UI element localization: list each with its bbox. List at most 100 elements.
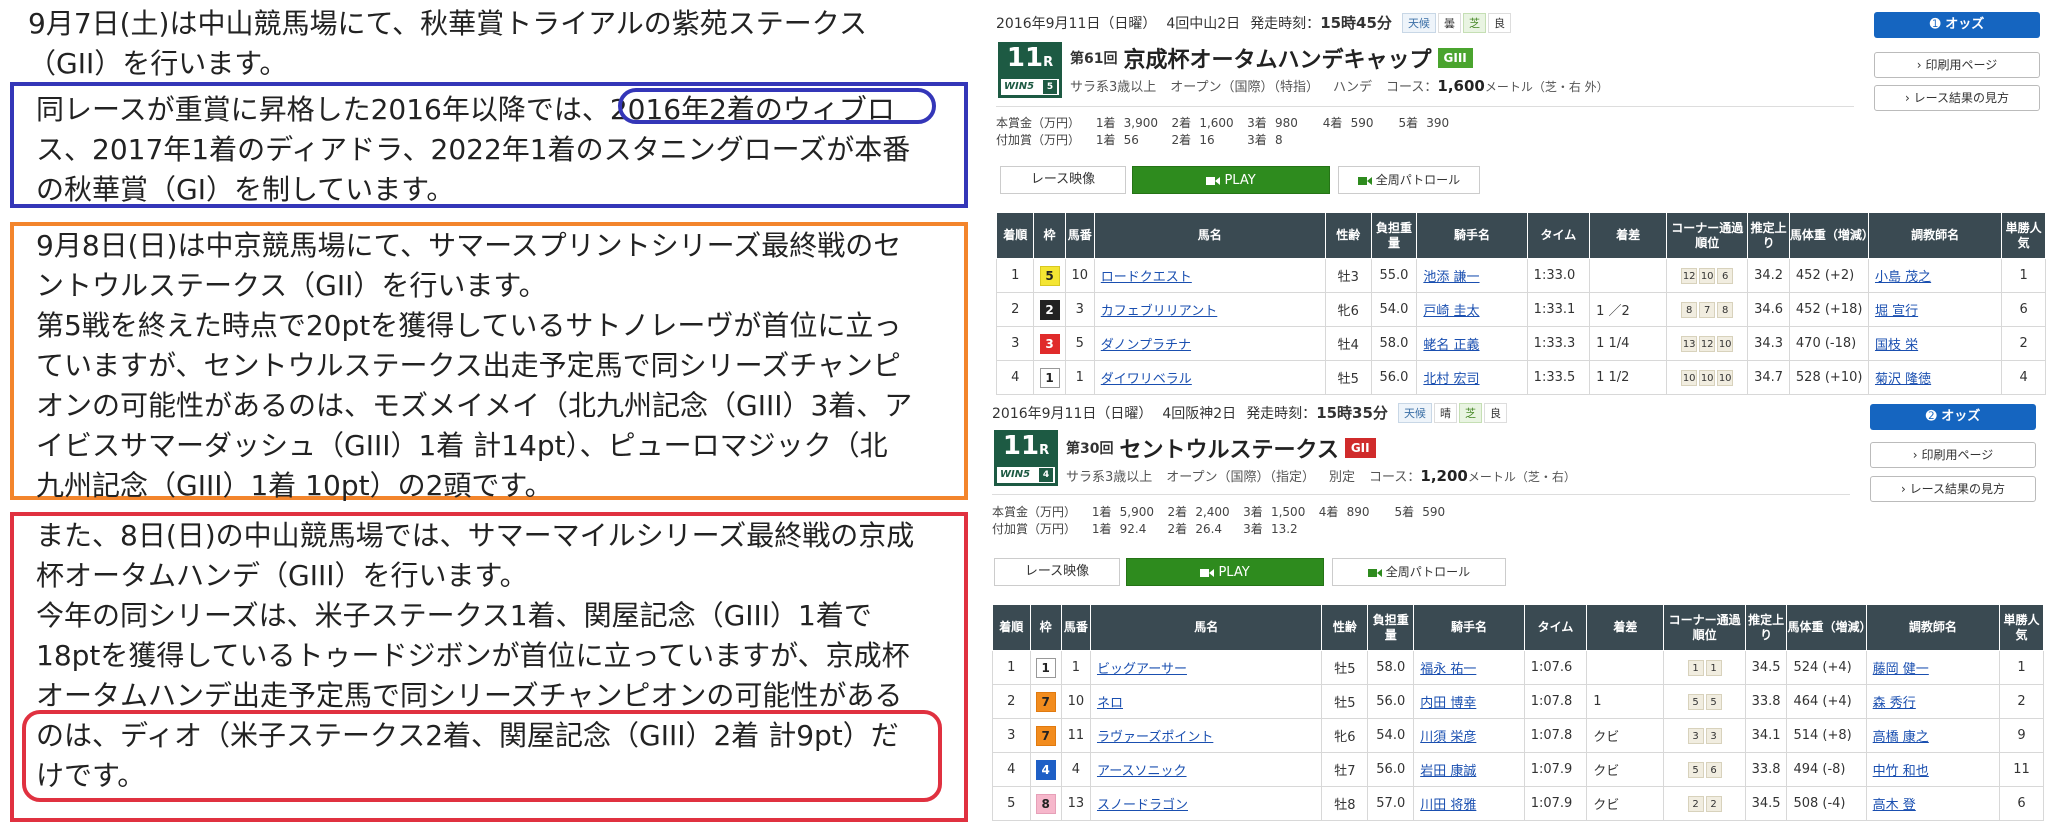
sex-age: 牡4	[1324, 326, 1372, 361]
corner-positions: 12 10 6	[1666, 258, 1749, 293]
horse-number: 10	[1060, 684, 1091, 719]
prize-money: 本賞金（万円） 1着 3,900 2着 1,600 3着 980 4着 590 …	[996, 115, 1470, 149]
jockey-link[interactable]: 岩田 康誠	[1420, 764, 1476, 779]
print-page-button[interactable]: › 印刷用ページ	[1874, 52, 2040, 78]
column-header: 調教師名	[1867, 212, 2003, 259]
column-header: 馬体重（増減）	[1786, 604, 1871, 651]
margin: 1 1/4	[1589, 326, 1668, 361]
last-3f: 34.3	[1747, 326, 1790, 361]
patrol-label: 全周パトロール	[1375, 173, 1461, 187]
chevron-right-icon: ➋	[1925, 409, 1937, 424]
race-video-button[interactable]: レース映像	[994, 558, 1120, 586]
jockey-link[interactable]: 戸崎 圭太	[1423, 304, 1479, 319]
race-video-button[interactable]: レース映像	[1000, 166, 1126, 194]
horse-name-link[interactable]: ラヴァーズポイント	[1097, 730, 1213, 745]
prize-added-row: 付加賞（万円） 1着 56 2着 16 3着 8	[996, 132, 1470, 149]
chevron-right-icon: ›	[1900, 482, 1906, 496]
trainer-link[interactable]: 高木 登	[1873, 798, 1916, 813]
intro-paragraph: 9月7日(土)は中山競馬場にて、秋華賞トライアルの紫苑ステークス （GII）を行…	[28, 4, 978, 84]
horse-name-link[interactable]: ダイワリベラル	[1101, 372, 1192, 387]
trainer-link[interactable]: 藤岡 健一	[1873, 662, 1929, 677]
added-place: 3着	[1247, 133, 1267, 147]
prize-amount: 5,900	[1119, 505, 1155, 519]
horse-name-link[interactable]: ネロ	[1097, 696, 1123, 711]
jockey-cell: 戸崎 圭太	[1416, 292, 1528, 327]
odds-button[interactable]: ➋ オッズ	[1870, 404, 2036, 430]
finish-time: 1:07.6	[1523, 650, 1588, 685]
added-amount: 13.2	[1270, 522, 1298, 536]
trainer-cell: 国枝 栄	[1867, 326, 2003, 361]
jockey-link[interactable]: 内田 博幸	[1420, 696, 1476, 711]
patrol-video-button[interactable]: 全周パトロール	[1338, 166, 1480, 194]
column-header: 騎手名	[1413, 604, 1525, 651]
prize-place: 4着	[1322, 116, 1343, 130]
corner-position: 12	[1681, 267, 1698, 284]
carried-weight: 55.0	[1370, 258, 1418, 293]
jockey-link[interactable]: 池添 謙一	[1423, 270, 1479, 285]
result-guide-button[interactable]: › レース結果の見方	[1874, 85, 2040, 111]
trainer-cell: 堀 宣行	[1867, 292, 2003, 327]
table-row: 5 8 13 スノードラゴン 牡8 57.0 川田 将雅 1:07.9 クビ 2 2 34.5 508 …	[992, 786, 2044, 821]
corner-position: 8	[1717, 301, 1734, 318]
track-value: 良	[1483, 402, 1507, 423]
red-line: 今年の同シリーズは、米子ステークス1着、関屋記念（GIII）1着で	[36, 599, 872, 632]
horse-name-link[interactable]: スノードラゴン	[1097, 798, 1188, 813]
last-3f: 34.7	[1747, 360, 1790, 395]
course-label: コース：	[1369, 470, 1421, 485]
red-oval-highlight	[22, 710, 942, 802]
jockey-link[interactable]: 福永 祐一	[1420, 662, 1476, 677]
course-distance: 1,600	[1437, 77, 1485, 95]
weather-label: 天候	[1397, 402, 1432, 423]
trainer-link[interactable]: 中竹 和也	[1873, 764, 1929, 779]
trainer-link[interactable]: 小島 茂之	[1875, 270, 1931, 285]
print-page-button[interactable]: › 印刷用ページ	[1870, 442, 2036, 468]
column-header: 負担重量	[1367, 604, 1415, 651]
trainer-link[interactable]: 森 秀行	[1873, 696, 1916, 711]
table-header-row: 着順枠馬番 馬名 性齢 負担重量 騎手名 タイム 着差 コーナー通過順位 推定上り 馬体重（増減）…	[992, 604, 2044, 651]
jockey-link[interactable]: 北村 宏司	[1423, 372, 1479, 387]
jockey-link[interactable]: 川田 将雅	[1420, 798, 1476, 813]
horse-name-link[interactable]: アースソニック	[1097, 764, 1187, 779]
sex-age: 牡5	[1324, 360, 1372, 395]
prize-money: 本賞金（万円） 1着 5,900 2着 2,400 3着 1,500 4着 89…	[992, 504, 1466, 538]
body-weight: 524 (+4)	[1786, 650, 1867, 685]
finish-position: 4	[992, 752, 1031, 787]
column-header: コーナー通過順位	[1663, 604, 1746, 651]
trainer-link[interactable]: 国枝 栄	[1875, 338, 1918, 353]
carried-weight: 56.0	[1367, 752, 1415, 787]
jockey-link[interactable]: 川須 栄彦	[1420, 730, 1476, 745]
course-unit: メートル（芝・右）	[1467, 470, 1576, 484]
patrol-video-button[interactable]: 全周パトロール	[1332, 558, 1506, 586]
corner-positions: 22	[1663, 786, 1746, 821]
race-edition: 第61回	[1070, 51, 1118, 67]
corner-positions: 10 10 10	[1666, 360, 1749, 395]
horse-name-link[interactable]: ロードクエスト	[1101, 270, 1192, 285]
bracket-cell: 1	[1029, 650, 1062, 685]
result-guide-button[interactable]: › レース結果の見方	[1870, 476, 2036, 502]
jockey-link[interactable]: 蛯名 正義	[1423, 338, 1479, 353]
start-time-value: 15時35分	[1316, 404, 1388, 422]
corner-position: 13	[1681, 335, 1698, 352]
trainer-link[interactable]: 高橋 康之	[1873, 730, 1929, 745]
jockey-cell: 内田 博幸	[1413, 684, 1525, 719]
race-title: 第30回 セントウルステークス GII	[1066, 432, 1376, 464]
horse-name-link[interactable]: カフェブリリアント	[1101, 304, 1217, 319]
trainer-link[interactable]: 菊沢 隆徳	[1875, 372, 1931, 387]
column-header: 調教師名	[1865, 604, 2001, 651]
corner-position: 10	[1699, 369, 1716, 386]
carried-weight: 58.0	[1367, 650, 1415, 685]
margin	[1586, 650, 1665, 685]
odds-button[interactable]: ➊ オッズ	[1874, 12, 2040, 38]
play-button[interactable]: PLAY	[1132, 166, 1330, 194]
odds-button-label: オッズ	[1941, 409, 1981, 424]
play-button[interactable]: PLAY	[1126, 558, 1324, 586]
finish-time: 1:33.0	[1526, 258, 1591, 293]
track-label: 芝	[1462, 12, 1486, 33]
horse-name-link[interactable]: ビッグアーサー	[1097, 662, 1187, 677]
horse-name-link[interactable]: ダノンプラチナ	[1101, 338, 1191, 353]
trainer-link[interactable]: 堀 宣行	[1875, 304, 1918, 319]
orange-line: ていますが、セントウルステークス出走予定馬で同シリーズチャンピ	[36, 349, 901, 382]
start-time-label: 発走時刻：	[1246, 406, 1317, 422]
finish-time: 1:33.1	[1526, 292, 1591, 327]
trainer-cell: 森 秀行	[1865, 684, 2001, 719]
